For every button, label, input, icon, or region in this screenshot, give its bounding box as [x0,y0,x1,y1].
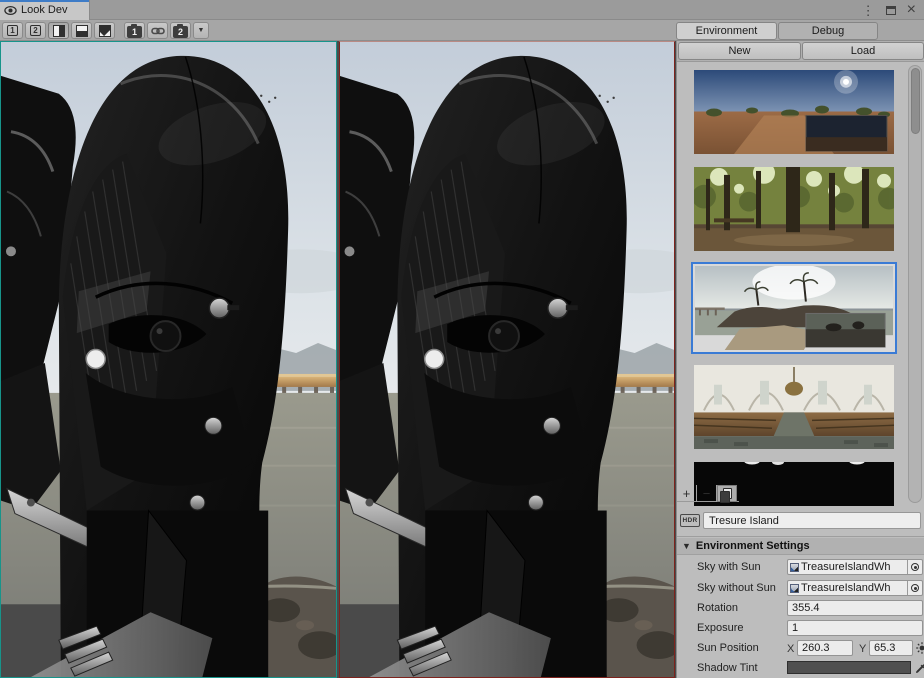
maximize-icon[interactable] [886,6,896,15]
exposure-value: 1 [792,622,798,634]
environment-settings-header[interactable]: ▼ Environment Settings [677,538,924,555]
window-title: Look Dev [21,4,67,16]
split-diagonal-mode-button[interactable] [94,22,115,39]
hdr-name-field[interactable]: Tresure Island [703,512,921,529]
add-hdri-button[interactable]: + [677,485,697,502]
view-options-dropdown[interactable]: ▼ [193,22,209,39]
duplicate-hdri-button[interactable] [717,485,737,502]
hdri-thumbnail-church[interactable] [694,365,894,449]
split-horizontal-mode-button[interactable] [71,22,92,39]
window-menu-icon[interactable]: ⋮ [862,4,875,17]
rotation-input[interactable]: 355.4 [787,600,923,616]
sun-x-value: 260.3 [802,642,830,654]
shadow-tint-swatch[interactable] [787,661,911,674]
exposure-input[interactable]: 1 [787,620,923,636]
link-environments-button[interactable] [147,22,168,39]
exposure-label: Exposure [697,622,743,634]
row-rotation: Rotation 355.4 [677,599,924,619]
sky-with-sun-value: TreasureIslandWh [801,561,904,573]
hdri-thumbnail-outback[interactable] [694,70,894,154]
render-view-1[interactable] [0,41,337,678]
hdri-list-controls: + − [677,485,739,502]
title-bar: Look Dev ⋮ × [0,0,924,20]
sky-without-sun-object-field[interactable]: TreasureIslandWh [787,580,923,596]
scrollbar-thumb[interactable] [911,68,920,134]
object-picker-icon [911,563,919,571]
sun-position-label: Sun Position [697,642,759,654]
duplicate-icon [723,488,732,499]
sky-with-sun-object-field[interactable]: TreasureIslandWh [787,559,923,575]
side-by-side-icon [53,25,65,37]
robot-head-render-2 [340,42,674,677]
row-sun-position: Sun Position X 260.3 Y 65.3 [677,639,924,659]
split-diagonal-icon [99,25,111,37]
chevron-down-icon: ▼ [194,27,208,34]
row-sky-with-sun: Sky with Sun TreasureIslandWh [677,558,924,578]
row-sky-without-sun: Sky without Sun TreasureIslandWh [677,579,924,599]
hdr-name-row: HDR Tresure Island [677,511,924,531]
rotation-value: 355.4 [792,602,820,614]
sky-without-sun-label: Sky without Sun [697,582,776,594]
cubemap-icon [790,563,799,572]
environment-1-badge-icon: 1 [127,26,142,38]
sun-y-value: 65.3 [874,642,895,654]
split-horizontal-icon [76,25,88,37]
tab-environment[interactable]: Environment [676,22,777,40]
x-axis-label: X [787,643,794,655]
robot-head-render-1 [1,42,336,677]
close-icon[interactable]: × [907,2,916,18]
object-picker-icon [911,584,919,592]
hdri-thumbnail-treasure-island[interactable] [691,262,897,354]
y-axis-label: Y [859,643,866,655]
foldout-triangle-icon: ▼ [682,541,691,551]
shadow-tint-label: Shadow Tint [697,662,758,674]
environment-2-badge-icon: 2 [173,26,188,38]
render-view-2[interactable] [339,41,675,678]
panel-divider [677,536,924,537]
remove-hdri-button[interactable]: − [697,485,717,502]
environment-2-button[interactable]: 2 [170,22,191,39]
load-environment-button[interactable]: Load [802,42,924,60]
sky-with-sun-label: Sky with Sun [697,561,761,573]
hdr-badge-icon: HDR [680,514,700,527]
object-picker-button[interactable] [907,560,922,574]
row-exposure: Exposure 1 [677,619,924,639]
environment-panel: New Load + − HDR Tresure Island [676,41,924,678]
side-by-side-mode-button[interactable] [48,22,69,39]
tab-debug[interactable]: Debug [778,22,878,40]
single-view-1-button[interactable]: 1 [2,22,23,39]
environment-actions: New Load [677,41,924,62]
lookdev-viewport [0,41,676,678]
link-icon [151,24,165,38]
lookdev-window-tab[interactable]: Look Dev [0,0,90,20]
thumbnail-scrollbar[interactable] [908,65,922,503]
hdri-thumbnail-forest[interactable] [694,167,894,251]
hdr-name-value: Tresure Island [709,515,779,527]
environment-1-button[interactable]: 1 [124,22,145,39]
settings-header-label: Environment Settings [696,540,810,552]
single-view-2-button[interactable]: 2 [25,22,46,39]
object-picker-button[interactable] [907,581,922,595]
panel-tab-bar: Environment Debug [676,21,924,41]
sun-x-input[interactable]: 260.3 [797,640,853,656]
eyedropper-icon[interactable] [915,661,924,674]
sun-y-input[interactable]: 65.3 [869,640,913,656]
cubemap-icon [790,584,799,593]
row-shadow-tint: Shadow Tint [677,659,924,678]
rotation-label: Rotation [697,602,738,614]
sky-without-sun-value: TreasureIslandWh [801,582,904,594]
new-environment-button[interactable]: New [678,42,801,60]
hdri-thumbnail-list [677,62,924,506]
sun-icon[interactable] [916,642,924,654]
eye-icon [4,5,17,16]
